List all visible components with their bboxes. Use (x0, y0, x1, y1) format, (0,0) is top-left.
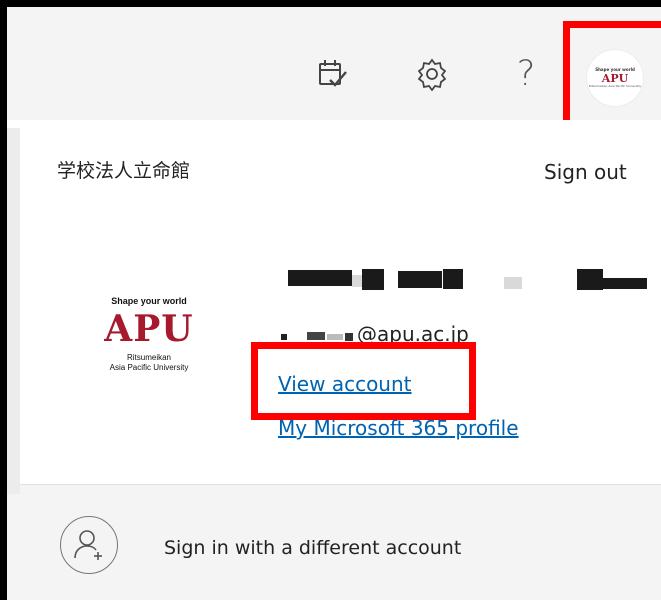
redacted-name-1 (288, 270, 352, 286)
redacted-name-2 (352, 275, 362, 287)
organization-name: 学校法人立命館 (57, 160, 191, 182)
person-add-icon (60, 516, 118, 574)
email-redaction (277, 329, 357, 343)
avatar-highlight: Shape your world APU Ritsumeikan Asia Pa… (563, 21, 661, 133)
account-panel: 学校法人立命館 Sign out Shape your world APU Ri… (7, 120, 661, 600)
calendar-check-icon (315, 57, 349, 91)
logo-tagline: Shape your world (111, 296, 187, 306)
redacted-name-7 (577, 269, 603, 290)
logo-subtitle-1: Ritsumeikan (126, 353, 171, 362)
redacted-name-5 (443, 269, 463, 289)
settings-button[interactable] (406, 49, 458, 99)
logo-apu: APU (104, 308, 194, 350)
calendar-check-button[interactable] (306, 49, 358, 99)
account-avatar-button[interactable]: Shape your world APU Ritsumeikan Asia Pa… (586, 49, 644, 107)
account-menu-window: ? Shape your world APU Ritsumeikan Asia … (0, 0, 661, 600)
redacted-name-4 (398, 271, 442, 288)
switch-account-row[interactable]: Sign in with a different account (7, 485, 661, 600)
view-account-link[interactable]: View account (278, 372, 412, 396)
redacted-name-6 (504, 277, 522, 289)
org-logo: Shape your world APU Ritsumeikan Asia Pa… (79, 296, 219, 372)
sign-in-different-account: Sign in with a different account (164, 537, 462, 559)
redacted-name-3 (362, 269, 384, 290)
avatar-subtitle: Ritsumeikan Asia Pacific University (588, 84, 642, 88)
gear-icon (415, 57, 449, 91)
avatar-apu-logo: APU (601, 72, 629, 85)
microsoft-365-profile-link[interactable]: My Microsoft 365 profile (278, 416, 519, 440)
logo-subtitle-2: Asia Pacific University (109, 362, 189, 372)
help-button[interactable]: ? (500, 49, 552, 99)
redacted-name-8 (603, 278, 647, 289)
left-scroll-strip (7, 128, 20, 494)
help-icon: ? (516, 53, 536, 94)
sign-out-link[interactable]: Sign out (544, 160, 627, 184)
